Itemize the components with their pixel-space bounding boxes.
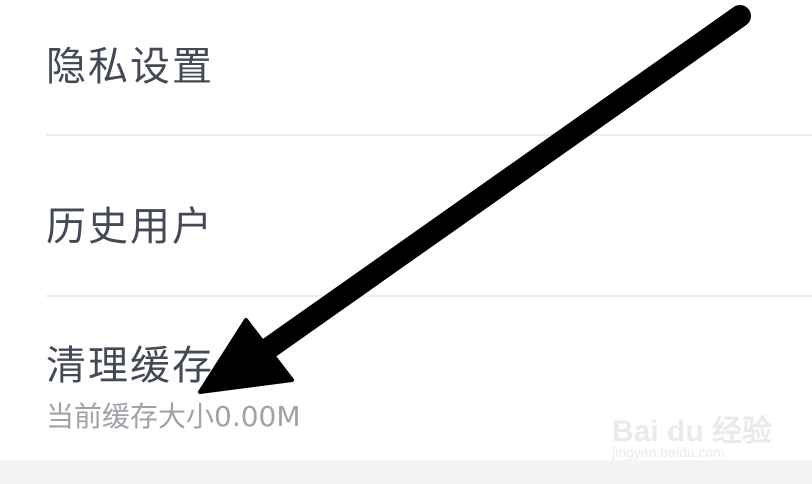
history-users-label: 历史用户 [46,204,214,250]
settings-screen: 隐私设置 历史用户 清理缓存 当前缓存大小0.00M Bai du 经验 jin… [0,0,812,484]
clear-cache-label: 清理缓存 [46,343,214,389]
history-users-item[interactable]: 历史用户 [0,136,812,296]
privacy-settings-item[interactable]: 隐私设置 [0,0,812,135]
baidu-jingyan-watermark: Bai du 经验 jingyan.baidu.com [612,398,772,468]
cache-size-text: 当前缓存大小0.00M [46,400,301,433]
watermark-url: jingyan.baidu.com [612,444,725,460]
settings-list: 隐私设置 历史用户 清理缓存 当前缓存大小0.00M [0,0,812,460]
privacy-settings-label: 隐私设置 [46,44,214,90]
